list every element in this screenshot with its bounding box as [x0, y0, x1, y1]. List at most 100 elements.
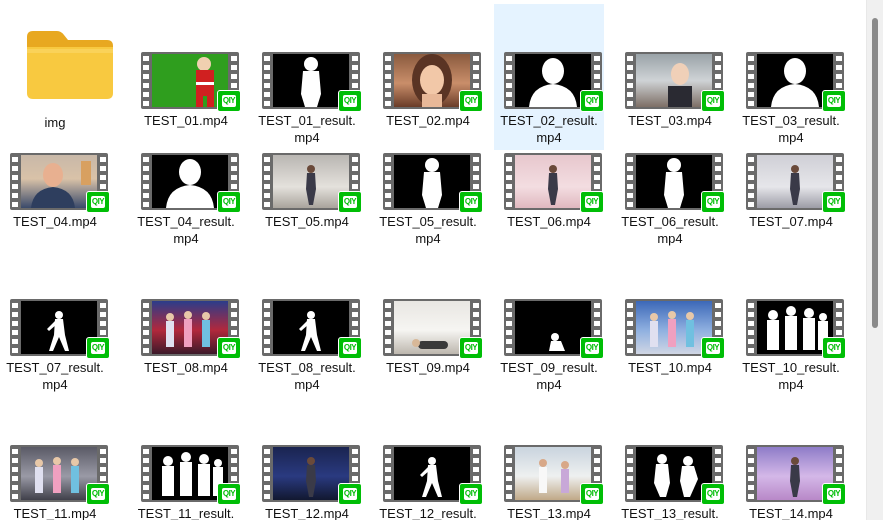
badge-text: QIY [826, 488, 842, 500]
film-perforation-left [262, 445, 272, 502]
file-item[interactable]: QIY TEST_04_result. mp4 [131, 105, 241, 251]
badge-text: QIY [221, 196, 237, 208]
file-label: TEST_14.mp4 [749, 506, 833, 520]
iqiyi-icon: QIY [338, 337, 362, 359]
film-perforation-left [746, 52, 756, 109]
badge-text: QIY [584, 342, 600, 354]
file-item[interactable]: QIY TEST_08.mp4 [131, 251, 241, 397]
file-label: TEST_09.mp4 [386, 360, 470, 375]
iqiyi-icon: QIY [822, 337, 846, 359]
file-item[interactable]: QIY TEST_04.mp4 [0, 105, 110, 251]
file-item[interactable]: QIY TEST_06_result. mp4 [615, 105, 725, 251]
film-perforation-left [504, 153, 514, 210]
video-thumbnail: QIY [383, 299, 483, 359]
video-thumbnail: QIY [141, 299, 241, 359]
film-perforation-left [141, 153, 151, 210]
file-label: TEST_07_result. mp4 [6, 360, 104, 392]
file-item[interactable]: QIY TEST_11_result. mp4 [131, 397, 241, 520]
iqiyi-icon: QIY [338, 483, 362, 505]
video-thumbnail: QIY [383, 445, 483, 505]
badge-text: QIY [221, 342, 237, 354]
film-perforation-left [141, 299, 151, 356]
film-perforation-left [746, 299, 756, 356]
file-item[interactable]: QIY TEST_07.mp4 [736, 105, 846, 251]
file-label: TEST_08_result. mp4 [258, 360, 356, 392]
file-item[interactable]: QIY TEST_10.mp4 [615, 251, 725, 397]
file-item[interactable]: QIY TEST_10_result. mp4 [736, 251, 846, 397]
film-perforation-left [746, 445, 756, 502]
iqiyi-icon: QIY [86, 191, 110, 213]
iqiyi-icon: QIY [217, 191, 241, 213]
file-item[interactable]: QIY TEST_08_result. mp4 [252, 251, 362, 397]
file-label: TEST_05_result. mp4 [379, 214, 477, 246]
video-thumbnail: QIY [504, 52, 604, 112]
file-label: TEST_11_result. mp4 [137, 506, 235, 520]
file-label: TEST_12.mp4 [265, 506, 349, 520]
file-item[interactable]: QIY TEST_13.mp4 [494, 397, 604, 520]
video-thumbnail: QIY [10, 299, 110, 359]
film-perforation-left [262, 299, 272, 356]
file-label: TEST_09_result. mp4 [500, 360, 598, 392]
film-perforation-left [625, 153, 635, 210]
video-thumbnail: QIY [262, 299, 362, 359]
file-item[interactable]: QIY TEST_09.mp4 [373, 251, 483, 397]
file-label: TEST_13_result. mp4 [621, 506, 719, 520]
badge-text: QIY [705, 196, 721, 208]
film-perforation-left [625, 299, 635, 356]
film-perforation-left [383, 299, 393, 356]
file-item[interactable]: QIY TEST_11.mp4 [0, 397, 110, 520]
badge-text: QIY [90, 196, 106, 208]
film-perforation-left [504, 299, 514, 356]
file-item[interactable]: QIY TEST_12.mp4 [252, 397, 362, 520]
film-perforation-left [383, 153, 393, 210]
video-thumbnail: QIY [383, 52, 483, 112]
video-thumbnail: QIY [262, 153, 362, 213]
iqiyi-icon: QIY [822, 483, 846, 505]
video-thumbnail: QIY [141, 153, 241, 213]
file-item[interactable]: QIY TEST_06.mp4 [494, 105, 604, 251]
iqiyi-icon: QIY [459, 483, 483, 505]
badge-text: QIY [705, 488, 721, 500]
video-thumbnail: QIY [10, 153, 110, 213]
video-thumbnail: QIY [141, 445, 241, 505]
video-thumbnail: QIY [746, 445, 846, 505]
iqiyi-icon: QIY [459, 191, 483, 213]
file-item[interactable]: QIY TEST_05_result. mp4 [373, 105, 483, 251]
iqiyi-icon: QIY [86, 337, 110, 359]
scrollbar-thumb[interactable] [872, 18, 878, 328]
film-perforation-left [746, 153, 756, 210]
video-thumbnail: QIY [746, 52, 846, 112]
video-thumbnail: QIY [625, 52, 725, 112]
badge-text: QIY [826, 342, 842, 354]
badge-text: QIY [342, 342, 358, 354]
file-explorer-view: img QIY TEST_01.mp4 QIY TEST_01_result. mp4… [0, 0, 883, 520]
film-perforation-left [10, 445, 20, 502]
film-perforation-left [625, 52, 635, 109]
iqiyi-icon: QIY [217, 483, 241, 505]
file-item[interactable]: QIY TEST_14.mp4 [736, 397, 846, 520]
film-perforation-left [383, 445, 393, 502]
file-item[interactable]: QIY TEST_09_result. mp4 [494, 251, 604, 397]
video-thumbnail: QIY [141, 52, 241, 112]
video-thumbnail: QIY [746, 299, 846, 359]
iqiyi-icon: QIY [701, 191, 725, 213]
film-perforation-left [504, 52, 514, 109]
iqiyi-icon: QIY [580, 337, 604, 359]
file-item[interactable]: QIY TEST_12_result. mp4 [373, 397, 483, 520]
video-thumbnail: QIY [746, 153, 846, 213]
film-perforation-left [10, 299, 20, 356]
video-thumbnail: QIY [504, 153, 604, 213]
film-perforation-left [141, 445, 151, 502]
file-item[interactable]: QIY TEST_13_result. mp4 [615, 397, 725, 520]
iqiyi-icon: QIY [701, 483, 725, 505]
badge-text: QIY [463, 488, 479, 500]
badge-text: QIY [584, 488, 600, 500]
badge-text: QIY [342, 196, 358, 208]
file-item[interactable]: QIY TEST_07_result. mp4 [0, 251, 110, 397]
film-perforation-left [10, 153, 20, 210]
file-item[interactable]: QIY TEST_05.mp4 [252, 105, 362, 251]
iqiyi-icon: QIY [459, 337, 483, 359]
file-label: TEST_06.mp4 [507, 214, 591, 229]
iqiyi-icon: QIY [580, 191, 604, 213]
vertical-scrollbar[interactable] [866, 0, 883, 520]
